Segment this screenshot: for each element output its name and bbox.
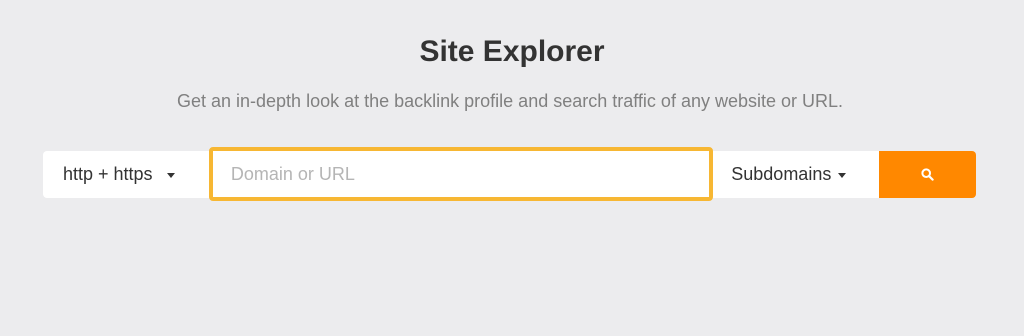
- search-button[interactable]: [879, 151, 976, 198]
- scope-dropdown-label: Subdomains: [731, 164, 832, 184]
- page-subtitle: Get an in-depth look at the backlink pro…: [176, 91, 844, 111]
- chevron-down-icon: [838, 172, 847, 178]
- page-title: Site Explorer: [419, 35, 605, 68]
- protocol-dropdown[interactable]: http + https: [43, 151, 209, 198]
- protocol-dropdown-label: http + https: [63, 164, 153, 184]
- search-icon: [921, 168, 934, 181]
- search-bar: http + https Subdomains: [43, 147, 976, 201]
- chevron-down-icon: [166, 172, 175, 178]
- domain-input-container: [208, 147, 714, 201]
- scope-dropdown[interactable]: Subdomains: [713, 151, 880, 198]
- domain-input[interactable]: [212, 151, 710, 197]
